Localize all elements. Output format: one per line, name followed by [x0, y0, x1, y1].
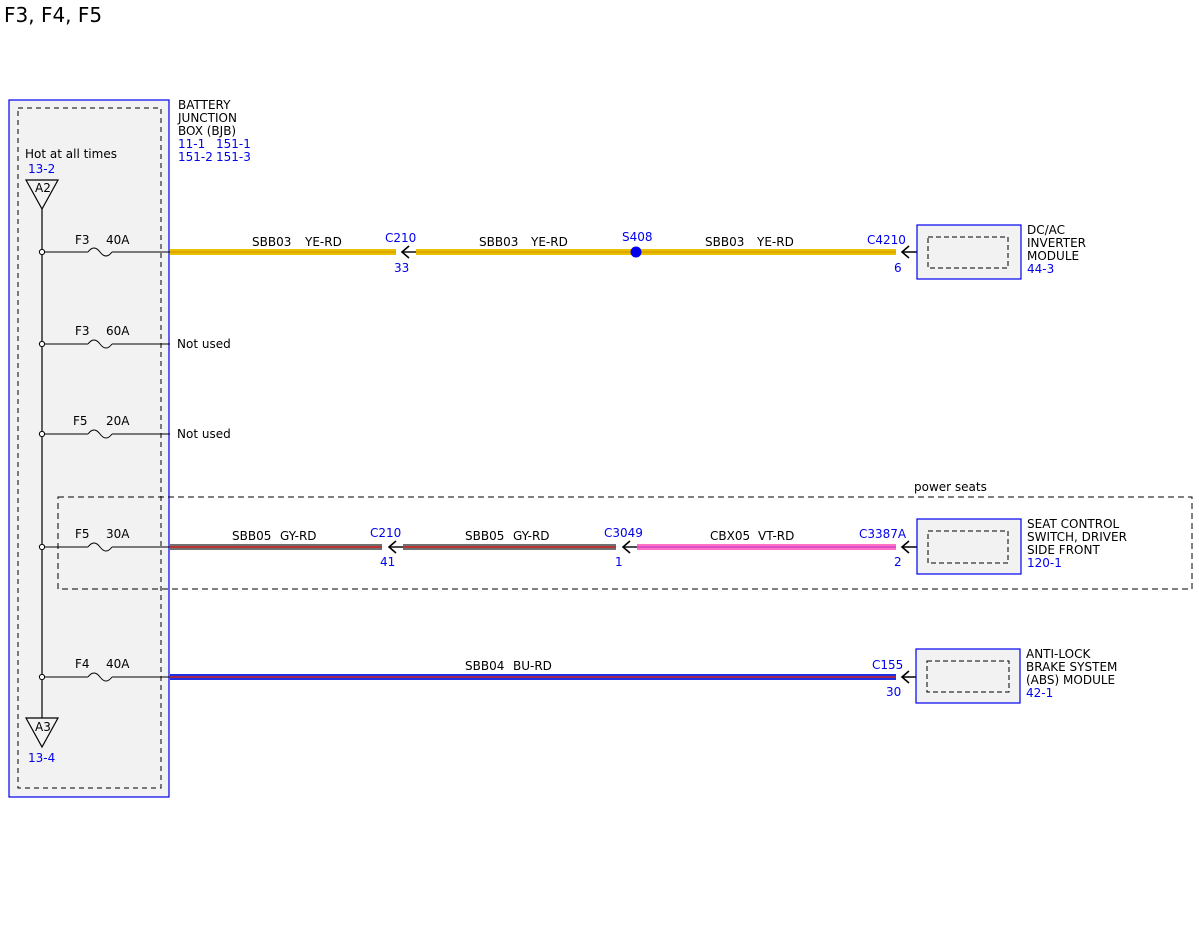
module-ref-link[interactable]: 120-1 — [1027, 556, 1062, 570]
wire-circuit: SBB04 — [465, 659, 504, 673]
a2-connector-label: A2 — [35, 181, 51, 195]
fuse-rating: 60A — [106, 324, 130, 338]
wire-color: YE-RD — [304, 235, 342, 249]
hot-at-all-times-label: Hot at all times — [25, 147, 117, 161]
connector-link[interactable]: C210 — [385, 231, 416, 245]
not-used-label: Not used — [177, 427, 231, 441]
module-name-line: DC/AC — [1027, 223, 1065, 237]
module-box — [916, 224, 1022, 280]
wire-vt-rd — [637, 544, 896, 550]
wire-color: GY-RD — [513, 529, 550, 543]
wire-color: GY-RD — [280, 529, 317, 543]
connector-link[interactable]: C3387A — [859, 527, 907, 541]
fuse-id: F5 — [73, 414, 88, 428]
top-ref-link[interactable]: 13-2 — [28, 162, 55, 176]
a3-connector-label: A3 — [35, 720, 51, 734]
wire-circuit: CBX05 — [710, 529, 750, 543]
connector-link[interactable]: C155 — [872, 658, 903, 672]
wire-ye-rd — [170, 249, 896, 255]
module-name-line: BRAKE SYSTEM — [1026, 660, 1117, 674]
bjb-ref-link[interactable]: 11-1 — [178, 137, 205, 151]
wire-color: YE-RD — [530, 235, 568, 249]
fuse-rating: 40A — [106, 233, 130, 247]
bjb-ref-link[interactable]: 151-1 — [216, 137, 251, 151]
wire-circuit: SBB03 — [479, 235, 518, 249]
fuse-rating: 40A — [106, 657, 130, 671]
bjb-name-line3: BOX (BJB) — [178, 124, 236, 138]
connector-arrow — [400, 245, 416, 259]
module-name-line: INVERTER — [1027, 236, 1086, 250]
connector-pin: 33 — [394, 261, 409, 275]
connector-pin: 41 — [380, 555, 395, 569]
fuse-rating: 20A — [106, 414, 130, 428]
module-name-line: SWITCH, DRIVER — [1027, 530, 1127, 544]
bjb-name-line1: BATTERY — [178, 98, 231, 112]
fuse-id: F5 — [75, 527, 90, 541]
wire-circuit: SBB03 — [705, 235, 744, 249]
module-box — [916, 518, 1022, 575]
wire-color: BU-RD — [513, 659, 552, 673]
connector-link[interactable]: C3049 — [604, 526, 643, 540]
bottom-ref-link[interactable]: 13-4 — [28, 751, 55, 765]
fuse-id: F3 — [75, 233, 90, 247]
bjb-name-line2: JUNCTION — [177, 111, 237, 125]
wire-circuit: SBB03 — [252, 235, 291, 249]
connector-pin: 30 — [886, 685, 901, 699]
module-box — [915, 648, 1021, 704]
bjb-box — [8, 99, 170, 798]
module-name-line: SEAT CONTROL — [1027, 517, 1120, 531]
connector-link[interactable]: C210 — [370, 526, 401, 540]
fuse-rating: 30A — [106, 527, 130, 541]
not-used-label: Not used — [177, 337, 231, 351]
bjb-ref-link[interactable]: 151-3 — [216, 150, 251, 164]
fuse-id: F4 — [75, 657, 90, 671]
power-seats-region — [57, 496, 1193, 590]
wire-color: VT-RD — [758, 529, 794, 543]
wire-color: YE-RD — [756, 235, 794, 249]
wire-bu-rd — [170, 674, 896, 680]
module-name-line: ANTI-LOCK — [1026, 647, 1091, 661]
bjb-ref-link[interactable]: 151-2 — [178, 150, 213, 164]
page-title: F3, F4, F5 — [4, 3, 102, 27]
connector-pin: 2 — [894, 555, 902, 569]
connector-pin: 6 — [894, 261, 902, 275]
module-ref-link[interactable]: 42-1 — [1026, 686, 1053, 700]
module-name-line: MODULE — [1027, 249, 1079, 263]
wire-circuit: SBB05 — [465, 529, 504, 543]
connector-pin: 1 — [615, 555, 623, 569]
module-name-line: (ABS) MODULE — [1026, 673, 1115, 687]
power-seats-label: power seats — [914, 480, 987, 494]
wire-circuit: SBB05 — [232, 529, 271, 543]
fuse-id: F3 — [75, 324, 90, 338]
wiring-diagram: F3, F4, F5 BATTERY JUNCTION BOX (BJB) 11… — [4, 3, 1193, 798]
connector-arrow — [621, 540, 637, 554]
module-name-line: SIDE FRONT — [1027, 543, 1100, 557]
splice-dot — [630, 246, 642, 258]
module-ref-link[interactable]: 44-3 — [1027, 262, 1054, 276]
splice-link[interactable]: S408 — [622, 230, 653, 244]
connector-link[interactable]: C4210 — [867, 233, 906, 247]
connector-arrow — [387, 540, 403, 554]
